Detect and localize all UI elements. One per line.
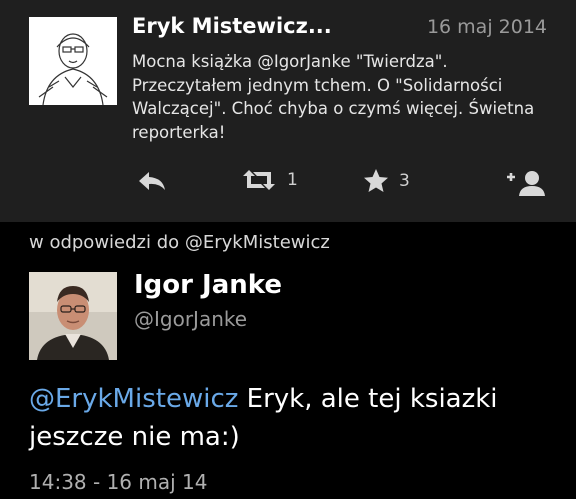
follow-button[interactable] [505,168,547,198]
reply-icon [139,172,165,190]
retweet-count: 1 [287,170,298,190]
reply-text: @ErykMistewicz Eryk, ale tej ksiazki jes… [29,380,559,456]
retweet-button[interactable]: 1 [241,168,298,192]
tweet-text: Mocna książka @IgorJanke "Twierdza". Prz… [132,52,535,142]
tweet-date: 16 maj 2014 [426,16,547,38]
original-tweet-card[interactable]: Eryk Mistewicz... 16 maj 2014 Mocna ksią… [0,0,576,222]
favorite-count: 3 [399,171,410,191]
mention-link[interactable]: @ErykMistewicz [29,384,238,414]
add-user-icon [507,171,545,196]
avatar[interactable] [29,17,117,105]
avatar-photo [29,272,117,360]
reply-context[interactable]: w odpowiedzi do @ErykMistewicz [29,232,330,253]
reply-timestamp: 14:38 - 16 maj 14 [29,470,208,494]
favorite-button[interactable]: 3 [363,168,410,194]
reply-handle[interactable]: @IgorJanke [134,307,247,331]
reply-author[interactable]: Igor Janke [134,270,282,300]
star-icon [364,169,388,192]
reply-button[interactable] [137,168,167,194]
avatar-sketch-image [29,17,117,105]
reply-avatar[interactable] [29,272,117,360]
retweet-icon [243,170,275,190]
tweet-author[interactable]: Eryk Mistewicz... [132,14,332,38]
